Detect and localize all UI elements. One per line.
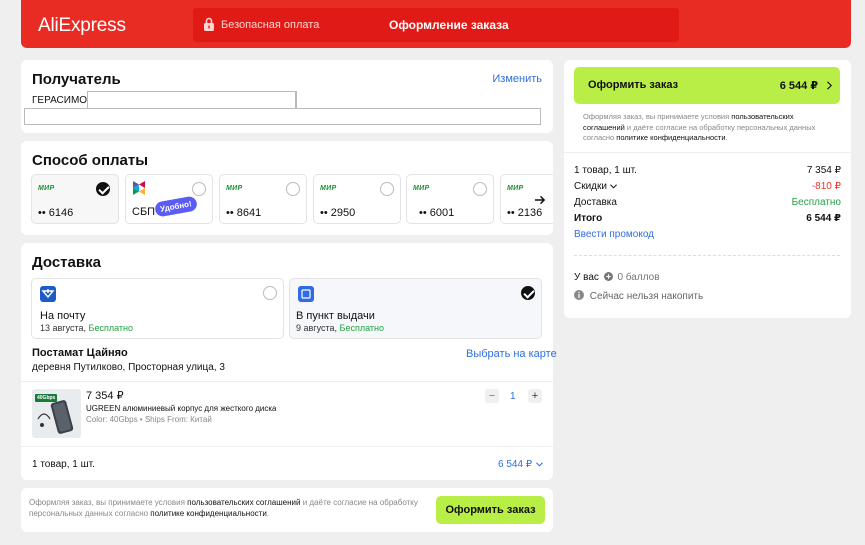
card-number: •• 6001 [419,207,455,219]
mir-logo-icon: МИР [38,185,55,192]
product-price: 7 354 ₽ [86,390,124,402]
delivery-radio[interactable] [263,286,277,300]
sbp-label: СБП [132,206,156,218]
product-drive-icon [37,400,74,434]
product-name[interactable]: UGREEN алюминиевый корпус для жесткого д… [86,404,277,413]
items-value: 7 354 ₽ [806,165,841,176]
header-center-bar: Безопасная оплата Оформление заказа [193,8,679,42]
page-title: Оформление заказа [389,18,509,32]
points-balance: У вас 0 баллов [574,272,660,283]
pickup-point-name: Постамат Цайняо [32,347,128,359]
delivery-option-post[interactable]: На почту 13 августа, Бесплатно [31,278,284,339]
pickup-address: деревня Путилково, Просторная улица, 3 [32,362,225,373]
edit-recipient-link[interactable]: Изменить [492,73,542,85]
chevron-right-icon [827,81,832,90]
patronymic-input[interactable] [296,91,541,109]
delivery-total-price[interactable]: 6 544 ₽ [498,459,543,470]
place-order-label: Оформить заказ [445,504,536,516]
delivery-radio[interactable] [521,286,535,300]
address-input[interactable] [24,108,541,125]
sbp-logo-icon [133,181,145,195]
option-title: На почту [40,310,86,322]
payment-method-mir-6146[interactable]: МИР •• 6146 [31,174,119,224]
arrow-right-icon[interactable] [535,195,546,205]
quantity-value: 1 [510,391,516,402]
choose-on-map-link[interactable]: Выбрать на карте [466,348,557,360]
items-count-label: 1 товар, 1 шт. [574,165,637,176]
promo-code-link[interactable]: Ввести промокод [574,229,654,240]
divider [564,152,851,153]
quantity-decrease-button[interactable]: − [485,389,499,403]
mir-logo-icon: МИР [507,185,524,192]
place-order-price: 6 544 ₽ [779,80,818,92]
card-number: •• 6146 [38,207,74,219]
summary-terms: Оформляя заказ, вы принимаете условия по… [583,112,816,142]
privacy-policy-link[interactable]: политике конфиденциальности [616,133,725,142]
option-date: 13 августа, Бесплатно [40,323,133,333]
plus-circle-icon [603,272,613,281]
accrual-note: Сейчас нельзя накопить [574,290,703,302]
payment-method-mir-2136[interactable]: МИР •• 2136 [500,174,553,224]
card-number: •• 8641 [226,207,262,219]
place-order-button-bottom[interactable]: Оформить заказ [436,496,545,524]
first-name-input[interactable] [87,91,296,109]
delivery-title: Доставка [32,254,101,271]
dashed-divider [574,255,840,256]
convenient-badge: Удобно! [154,195,198,218]
delivery-label: Доставка [574,197,617,208]
last-name-value: ГЕРАСИМОВ [32,95,94,106]
payment-method-mir-6001[interactable]: МИР •• 6001 [406,174,494,224]
total-label: Итого [574,213,603,224]
cainiao-icon [298,286,314,302]
payment-radio[interactable] [192,182,206,196]
mir-logo-icon: МИР [320,185,337,192]
card-number: •• 2136 [507,207,543,219]
option-price: Бесплатно [88,323,133,333]
quantity-increase-button[interactable]: + [528,389,542,403]
payment-method-mir-8641[interactable]: МИР •• 8641 [219,174,307,224]
lock-icon [204,17,214,31]
secure-payment-label: Безопасная оплата [221,19,320,31]
option-date: 9 августа, Бесплатно [296,323,384,333]
divider [21,381,553,382]
user-agreements-link[interactable]: пользовательских соглашений [187,498,300,507]
place-order-button[interactable]: Оформить заказ 6 544 ₽ [574,67,840,104]
payment-method-sbp[interactable]: СБП Удобно! [125,174,213,224]
mir-logo-icon: МИР [226,185,243,192]
divider [21,446,553,447]
payment-radio[interactable] [96,182,110,196]
payment-radio[interactable] [286,182,300,196]
footer-terms: Оформляя заказ, вы принимаете условия по… [29,498,418,518]
chevron-down-icon [609,184,617,189]
product-image[interactable]: 40Gbps [32,389,81,438]
aliexpress-logo[interactable]: AliExpress [38,15,126,37]
payment-title: Способ оплаты [32,152,149,169]
payment-radio[interactable] [473,182,487,196]
delivery-value: Бесплатно [791,197,841,208]
place-order-label: Оформить заказ [588,79,679,91]
recipient-card: Получатель Изменить ГЕРАСИМОВ [21,60,553,133]
card-number: •• 2950 [320,207,356,219]
product-attributes: Color: 40Gbps • Ships From: Китай [86,415,212,424]
mir-logo-icon: МИР [413,185,430,192]
recipient-title: Получатель [32,71,121,88]
payment-radio[interactable] [380,182,394,196]
header: AliExpress Безопасная оплата Оформление … [21,0,851,48]
order-summary-card: Оформить заказ 6 544 ₽ Оформляя заказ, в… [564,60,851,318]
option-price: Бесплатно [339,323,384,333]
option-title: В пункт выдачи [296,310,375,322]
footer-card: Оформляя заказ, вы принимаете условия по… [21,488,553,532]
discount-value: -810 ₽ [811,181,841,192]
info-icon [574,290,584,300]
privacy-policy-link[interactable]: политике конфиденциальности [150,509,267,518]
delivery-option-pickup[interactable]: В пункт выдачи 9 августа, Бесплатно [289,278,542,339]
payment-method-mir-2950[interactable]: МИР •• 2950 [313,174,401,224]
discounts-toggle[interactable]: Скидки [574,181,617,192]
total-value: 6 544 ₽ [806,213,841,224]
chevron-down-icon [536,462,543,467]
russian-post-icon [40,286,56,302]
delivery-total-count: 1 товар, 1 шт. [32,459,95,470]
